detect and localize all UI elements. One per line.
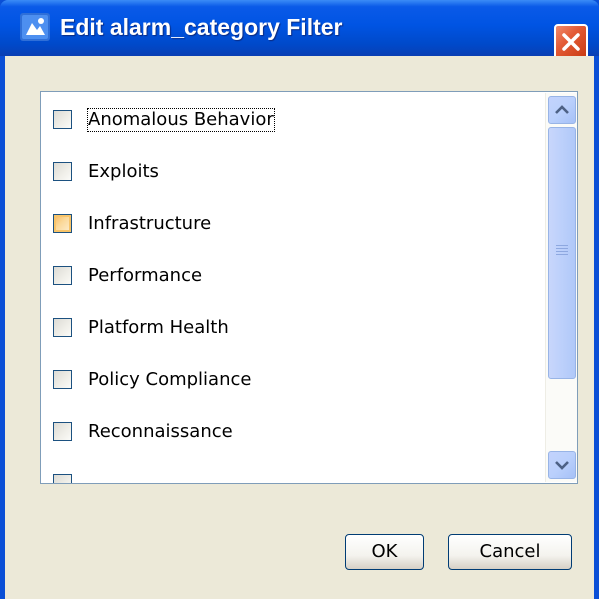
grip-icon xyxy=(556,245,568,255)
checkbox[interactable] xyxy=(53,214,72,233)
item-label: Platform Health xyxy=(88,317,229,338)
list-item-reconnaissance[interactable]: Reconnaissance xyxy=(41,417,541,447)
checkbox[interactable] xyxy=(53,266,72,285)
scroll-up-button[interactable] xyxy=(548,96,576,124)
close-icon xyxy=(562,33,580,51)
checkbox[interactable] xyxy=(53,474,72,483)
list-item-platform-health[interactable]: Platform Health xyxy=(41,313,541,343)
item-label: Policy Compliance xyxy=(88,369,252,390)
scroll-thumb[interactable] xyxy=(548,127,576,379)
title-bar[interactable]: Edit alarm_category Filter xyxy=(0,0,599,60)
list-item-policy-compliance[interactable]: Policy Compliance xyxy=(41,365,541,395)
app-icon xyxy=(20,13,50,41)
dialog-window: Edit alarm_category Filter Anomalous Beh… xyxy=(0,0,599,599)
close-button[interactable] xyxy=(554,24,588,60)
chevron-down-icon xyxy=(555,461,569,470)
cancel-button[interactable]: Cancel xyxy=(448,534,572,570)
dialog-body: Anomalous Behavior Exploits Infrastructu… xyxy=(5,56,594,599)
item-label: Anomalous Behavior xyxy=(87,108,275,132)
item-label: Reconnaissance xyxy=(88,421,233,442)
category-list[interactable]: Anomalous Behavior Exploits Infrastructu… xyxy=(40,91,578,484)
list-item-infrastructure[interactable]: Infrastructure xyxy=(41,209,541,239)
item-label: Performance xyxy=(88,265,203,286)
list-item-exploits[interactable]: Exploits xyxy=(41,157,541,187)
item-label: Exploits xyxy=(88,161,159,182)
list-item-performance[interactable]: Performance xyxy=(41,261,541,291)
vertical-scrollbar[interactable] xyxy=(545,93,577,482)
dialog-title: Edit alarm_category Filter xyxy=(60,14,343,40)
item-label: Infrastructure xyxy=(88,213,212,234)
ok-button[interactable]: OK xyxy=(345,534,424,570)
checkbox[interactable] xyxy=(53,110,72,129)
checkbox[interactable] xyxy=(53,162,72,181)
list-item-anomalous-behavior[interactable]: Anomalous Behavior xyxy=(41,105,541,135)
chevron-up-icon xyxy=(555,105,569,114)
checkbox[interactable] xyxy=(53,318,72,337)
list-item-partial[interactable] xyxy=(41,469,541,483)
checkbox[interactable] xyxy=(53,370,72,389)
checkbox[interactable] xyxy=(53,422,72,441)
scroll-down-button[interactable] xyxy=(548,451,576,479)
